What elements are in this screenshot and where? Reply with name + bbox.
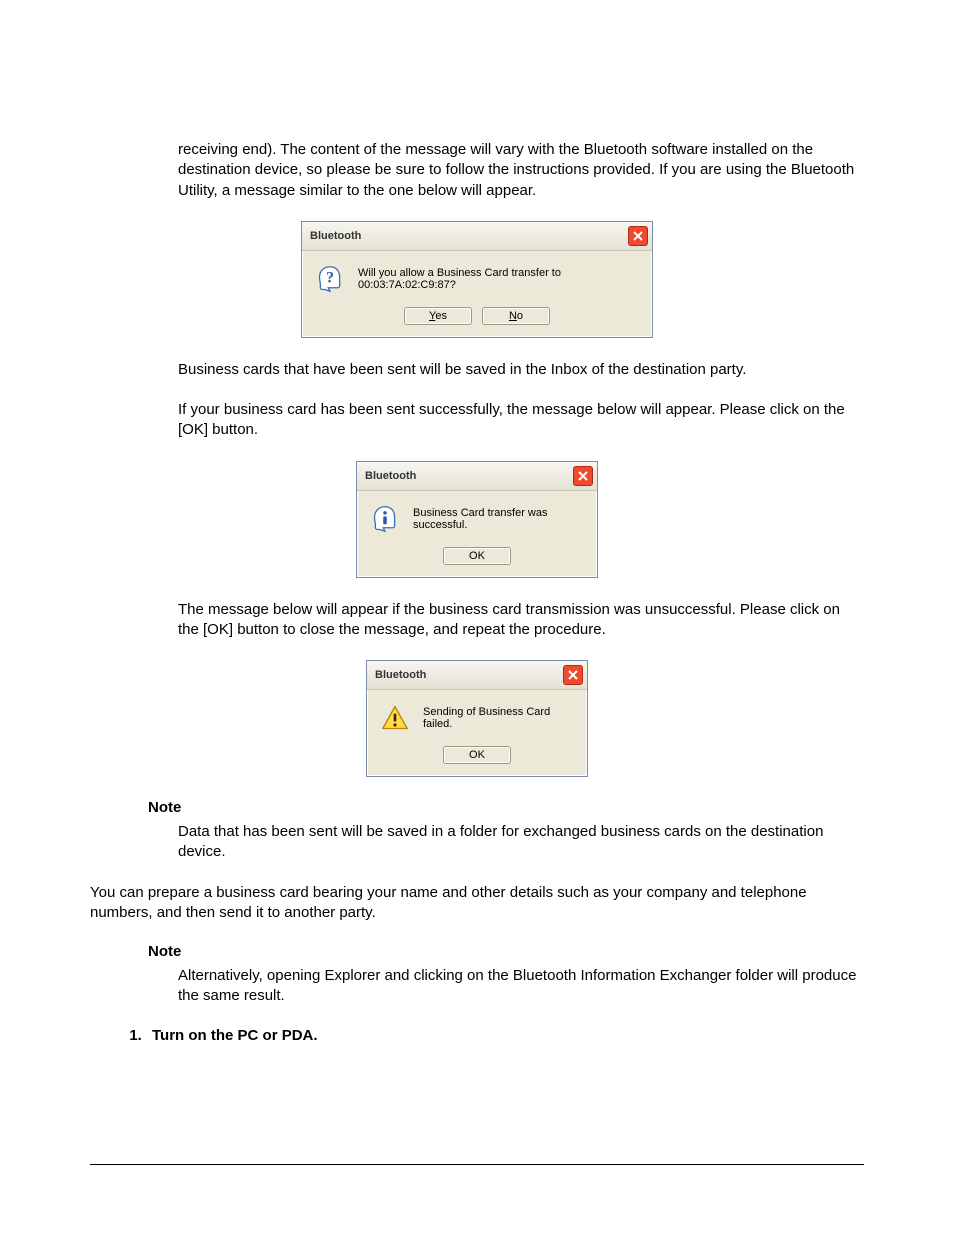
yes-rest: es [435, 310, 447, 322]
paragraph: If your business card has been sent succ… [178, 400, 864, 441]
dialog-confirm-transfer: Bluetooth ? Will you allow a Business Ca… [301, 221, 653, 338]
close-icon[interactable] [563, 665, 583, 685]
dialog-title: Bluetooth [375, 669, 426, 681]
svg-text:?: ? [326, 269, 334, 286]
paragraph: receiving end). The content of the messa… [178, 140, 864, 201]
paragraph: The message below will appear if the bus… [178, 600, 864, 641]
note-label: Note [148, 943, 864, 960]
dialog-message: Business Card transfer was successful. [413, 507, 583, 531]
dialog-title: Bluetooth [365, 470, 416, 482]
dialog-message: Will you allow a Business Card transfer … [358, 267, 638, 291]
close-icon[interactable] [628, 226, 648, 246]
dialog-title: Bluetooth [310, 230, 361, 242]
note-label: Note [148, 799, 864, 816]
question-icon: ? [316, 265, 344, 293]
paragraph: You can prepare a business card bearing … [90, 883, 864, 924]
ok-button[interactable]: OK [443, 746, 511, 764]
ok-button[interactable]: OK [443, 547, 511, 565]
dialog-message: Sending of Business Card failed. [423, 706, 573, 730]
footer-rule [90, 1164, 864, 1165]
warning-icon [381, 704, 409, 732]
no-rest: o [517, 310, 523, 322]
yes-button[interactable]: Yes [404, 307, 472, 325]
dialog-failed: Bluetooth Sending of Business Card faile… [366, 660, 588, 777]
step-1: Turn on the PC or PDA. [146, 1027, 864, 1044]
close-icon[interactable] [573, 466, 593, 486]
no-button[interactable]: No [482, 307, 550, 325]
paragraph: Business cards that have been sent will … [178, 360, 864, 380]
info-icon [371, 505, 399, 533]
note-text: Data that has been sent will be saved in… [178, 822, 864, 863]
note-text: Alternatively, opening Explorer and clic… [178, 966, 864, 1007]
dialog-success: Bluetooth Business Card transfer was suc… [356, 461, 598, 578]
